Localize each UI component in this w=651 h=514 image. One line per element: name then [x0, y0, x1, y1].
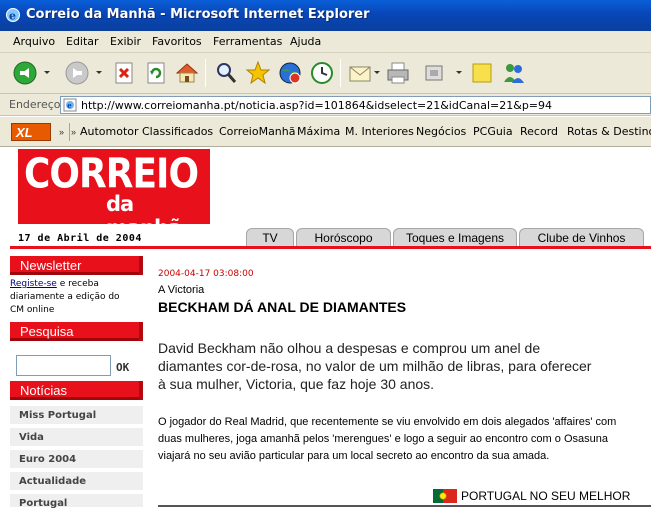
article-title: BECKHAM DÁ ANAL DE DIAMANTES: [158, 299, 407, 315]
portugal-flag-icon: [433, 489, 457, 503]
search-ok-button[interactable]: OK: [116, 361, 129, 374]
chevron-icon[interactable]: »: [59, 126, 67, 138]
stop-button[interactable]: [111, 60, 137, 86]
address-bar: Endereço e http://www.correiomanha.pt/no…: [0, 94, 651, 116]
printer-icon: [387, 62, 409, 84]
edition-date: 17 de Abril de 2004: [18, 233, 142, 244]
globe-media-icon: [279, 62, 301, 84]
article-lead: David Beckham não olhou a despesas e com…: [158, 340, 592, 392]
refresh-icon: [147, 62, 165, 84]
link-m-interiores[interactable]: M. Interiores: [345, 125, 414, 138]
messenger-button[interactable]: [501, 60, 527, 86]
link-pcguia[interactable]: PCGuia: [473, 125, 513, 138]
web-page-content: CORREIO da manhã 17 de Abril de 2004 TV …: [0, 147, 651, 509]
header-divider: [10, 246, 651, 249]
news-item-portugal[interactable]: Portugal: [10, 494, 143, 509]
link-maxima[interactable]: Máxima: [297, 125, 340, 138]
correio-da-manha-logo[interactable]: CORREIO da manhã: [18, 149, 210, 240]
article-kicker: A Victoria: [158, 284, 205, 296]
edit-button[interactable]: [421, 60, 447, 86]
magnifier-icon: [217, 63, 237, 83]
tab-horoscopo[interactable]: Horóscopo: [296, 228, 391, 246]
search-heading: Pesquisa: [10, 322, 143, 341]
address-input[interactable]: e http://www.correiomanha.pt/noticia.asp…: [60, 96, 651, 114]
history-button[interactable]: [309, 60, 335, 86]
star-icon: [245, 60, 271, 85]
window-title: Correio da Manhã - Microsoft Internet Ex…: [26, 7, 370, 22]
mail-button[interactable]: [347, 60, 373, 86]
home-button[interactable]: [174, 60, 200, 86]
forward-button[interactable]: [64, 60, 90, 86]
link-rotas-destinos[interactable]: Rotas & Destinos: [567, 125, 651, 138]
xl-brand-label: XL: [16, 125, 33, 140]
tab-toques-imagens[interactable]: Toques e Imagens: [393, 228, 517, 246]
logo-top-text: CORREIO: [24, 150, 199, 198]
svg-text:e: e: [67, 101, 72, 110]
print-button[interactable]: [385, 60, 411, 86]
refresh-button[interactable]: [143, 60, 169, 86]
link-record[interactable]: Record: [520, 125, 558, 138]
menu-editar[interactable]: Editar: [66, 35, 99, 48]
messenger-people-icon: [504, 64, 524, 83]
news-item-vida[interactable]: Vida: [10, 428, 143, 448]
link-classificados[interactable]: Classificados: [142, 125, 213, 138]
footer-divider: [158, 505, 651, 507]
link-correiomanha[interactable]: CorreioManhã: [219, 125, 296, 138]
link-automotor[interactable]: Automotor: [80, 125, 139, 138]
tab-clube-vinhos[interactable]: Clube de Vinhos: [519, 228, 644, 246]
envelope-icon: [349, 66, 371, 82]
forward-arrow-icon: [65, 61, 89, 85]
menu-favoritos[interactable]: Favoritos: [152, 35, 202, 48]
menu-bar: Arquivo Editar Exibir Favoritos Ferramen…: [0, 31, 651, 53]
note-icon: [472, 63, 492, 83]
link-negocios[interactable]: Negócios: [416, 125, 466, 138]
search-input[interactable]: [16, 355, 111, 376]
discuss-button[interactable]: [469, 60, 495, 86]
home-icon: [175, 63, 199, 83]
menu-arquivo[interactable]: Arquivo: [13, 35, 55, 48]
ie-logo-icon: e: [6, 8, 20, 23]
address-url: http://www.correiomanha.pt/noticia.asp?i…: [81, 99, 553, 112]
svg-text:e: e: [9, 10, 16, 23]
back-button[interactable]: [12, 60, 38, 86]
news-item-actualidade[interactable]: Actualidade: [10, 472, 143, 492]
article-body: O jogador do Real Madrid, que recentemen…: [158, 416, 617, 462]
article-datetime: 2004-04-17 03:08:00: [158, 269, 254, 279]
news-item-miss-portugal[interactable]: Miss Portugal: [10, 406, 143, 426]
footer-slogan: PORTUGAL NO SEU MELHOR: [461, 489, 631, 503]
stop-icon: [115, 62, 133, 84]
search-button[interactable]: [213, 60, 239, 86]
window-title-bar[interactable]: e Correio da Manhã - Microsoft Internet …: [0, 0, 651, 31]
newsletter-text: Registe-se e receba diariamente a edição…: [10, 278, 130, 317]
chevron-icon[interactable]: »: [71, 126, 79, 138]
standard-toolbar: [0, 53, 651, 94]
menu-ajuda[interactable]: Ajuda: [290, 35, 321, 48]
menu-exibir[interactable]: Exibir: [110, 35, 141, 48]
menu-ferramentas[interactable]: Ferramentas: [213, 35, 282, 48]
news-item-euro-2004[interactable]: Euro 2004: [10, 450, 143, 470]
links-toolbar: XL » » Automotor Classificados CorreioMa…: [0, 117, 651, 147]
tab-tv[interactable]: TV: [246, 228, 294, 246]
history-clock-icon: [311, 62, 333, 84]
favorites-button[interactable]: [245, 60, 271, 86]
address-label: Endereço: [9, 98, 61, 111]
back-arrow-icon: [13, 61, 37, 85]
xl-brand-button[interactable]: XL: [11, 123, 51, 141]
news-heading: Notícias: [10, 381, 143, 400]
page-ie-icon: e: [63, 98, 77, 112]
register-link[interactable]: Registe-se: [10, 279, 57, 289]
newsletter-heading: Newsletter: [10, 256, 143, 275]
media-button[interactable]: [277, 60, 303, 86]
edit-page-icon: [425, 65, 443, 81]
